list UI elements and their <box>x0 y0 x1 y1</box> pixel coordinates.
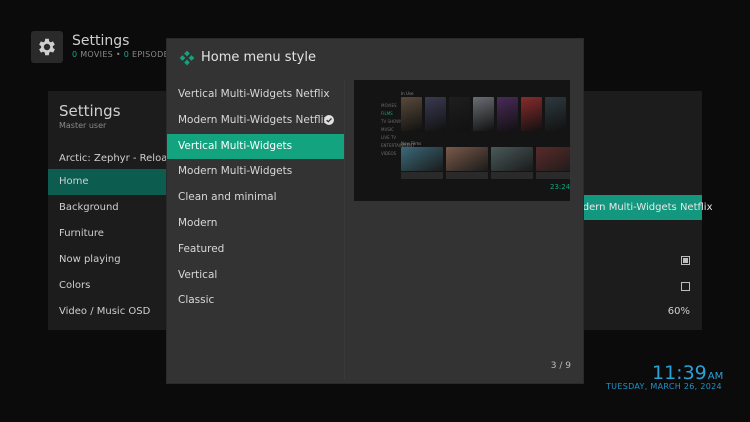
osd-value: 60% <box>667 306 690 317</box>
option-label: Clean and minimal <box>178 191 277 204</box>
option-classic[interactable]: Classic <box>167 288 344 314</box>
episodes-count: 0 <box>123 50 130 59</box>
page-title: Settings <box>72 33 130 49</box>
library-stats: 0 MOVIES • 0 EPISODE <box>72 50 169 59</box>
preview-caption <box>491 172 533 179</box>
dialog-title: Home menu style <box>201 50 316 65</box>
category-background[interactable]: Background <box>48 195 178 221</box>
preview-poster <box>449 97 470 131</box>
preview-poster <box>401 97 422 131</box>
colors-checkbox[interactable] <box>681 282 690 291</box>
option-vertical-multi-widgets-netflix[interactable]: Vertical Multi-Widgets Netflix <box>167 82 344 108</box>
preview-poster <box>425 97 446 131</box>
option-label: Modern <box>178 216 218 229</box>
category-home[interactable]: Home <box>48 169 178 195</box>
stats-separator: • <box>115 50 121 59</box>
option-vertical[interactable]: Vertical <box>167 263 344 289</box>
check-circle-icon <box>324 114 334 125</box>
dialog-divider <box>344 79 345 379</box>
movies-label: MOVIES <box>80 50 114 59</box>
category-colors[interactable]: Colors <box>48 273 178 299</box>
kodi-logo-icon <box>179 51 195 66</box>
panel-title: Settings <box>59 102 121 120</box>
option-vertical-multi-widgets[interactable]: Vertical Multi-Widgets <box>167 133 344 160</box>
option-label: Vertical Multi-Widgets <box>178 139 293 152</box>
clock-ampm: AM <box>707 371 724 382</box>
preview-poster <box>497 97 518 131</box>
option-modern[interactable]: Modern <box>167 211 344 237</box>
preview-caption <box>536 172 570 179</box>
style-preview-image: MOVIES FILMS TV SHOWS MUSIC LIVE TV ENTE… <box>354 80 570 201</box>
preview-poster <box>473 97 494 131</box>
category-video-music-osd[interactable]: Video / Music OSD <box>48 299 178 325</box>
preview-caption <box>401 172 443 179</box>
preview-clock: 23:24 <box>550 183 570 191</box>
preview-caption <box>446 172 488 179</box>
preview-wide-thumb <box>536 147 570 171</box>
preview-poster <box>545 97 566 131</box>
clock: 11:39AM <box>652 362 723 384</box>
preview-wide-thumb <box>446 147 488 171</box>
clock-date: TUESDAY, MARCH 26, 2024 <box>606 382 722 391</box>
option-modern-multi-widgets-netflix[interactable]: Modern Multi-Widgets Netflix <box>167 108 344 134</box>
now-playing-checkbox[interactable] <box>681 256 690 265</box>
panel-subtitle: Master user <box>59 121 107 130</box>
option-label: Vertical Multi-Widgets Netflix <box>178 88 330 100</box>
option-counter: 3 / 9 <box>550 361 571 371</box>
style-options-list: Vertical Multi-Widgets Netflix Modern Mu… <box>167 82 344 314</box>
home-menu-style-dialog: Home menu style Vertical Multi-Widgets N… <box>167 39 583 383</box>
preview-wide-thumb <box>491 147 533 171</box>
option-clean-and-minimal[interactable]: Clean and minimal <box>167 185 344 211</box>
gear-icon <box>39 38 55 56</box>
option-label: Modern Multi-Widgets <box>178 165 293 178</box>
category-furniture[interactable]: Furniture <box>48 221 178 247</box>
option-label: Modern Multi-Widgets Netflix <box>178 113 330 126</box>
option-modern-multi-widgets[interactable]: Modern Multi-Widgets <box>167 159 344 185</box>
category-now-playing[interactable]: Now playing <box>48 247 178 273</box>
dialog-header: Home menu style <box>167 39 583 77</box>
preview-wide-thumb <box>401 147 443 171</box>
home-menu-style-setting[interactable]: Modern Multi-Widgets Netflix <box>568 195 713 220</box>
preview-poster <box>521 97 542 131</box>
preview-row-label: New Films <box>401 141 422 146</box>
option-label: Featured <box>178 242 225 255</box>
movies-count: 0 <box>72 50 78 59</box>
clock-time: 11:39 <box>652 362 707 384</box>
option-label: Classic <box>178 294 215 307</box>
settings-gear-button[interactable] <box>31 31 63 63</box>
option-featured[interactable]: Featured <box>167 237 344 263</box>
option-label: Vertical <box>178 268 218 281</box>
preview-row-label: In Use <box>401 91 414 96</box>
episodes-label: EPISODE <box>132 50 169 59</box>
